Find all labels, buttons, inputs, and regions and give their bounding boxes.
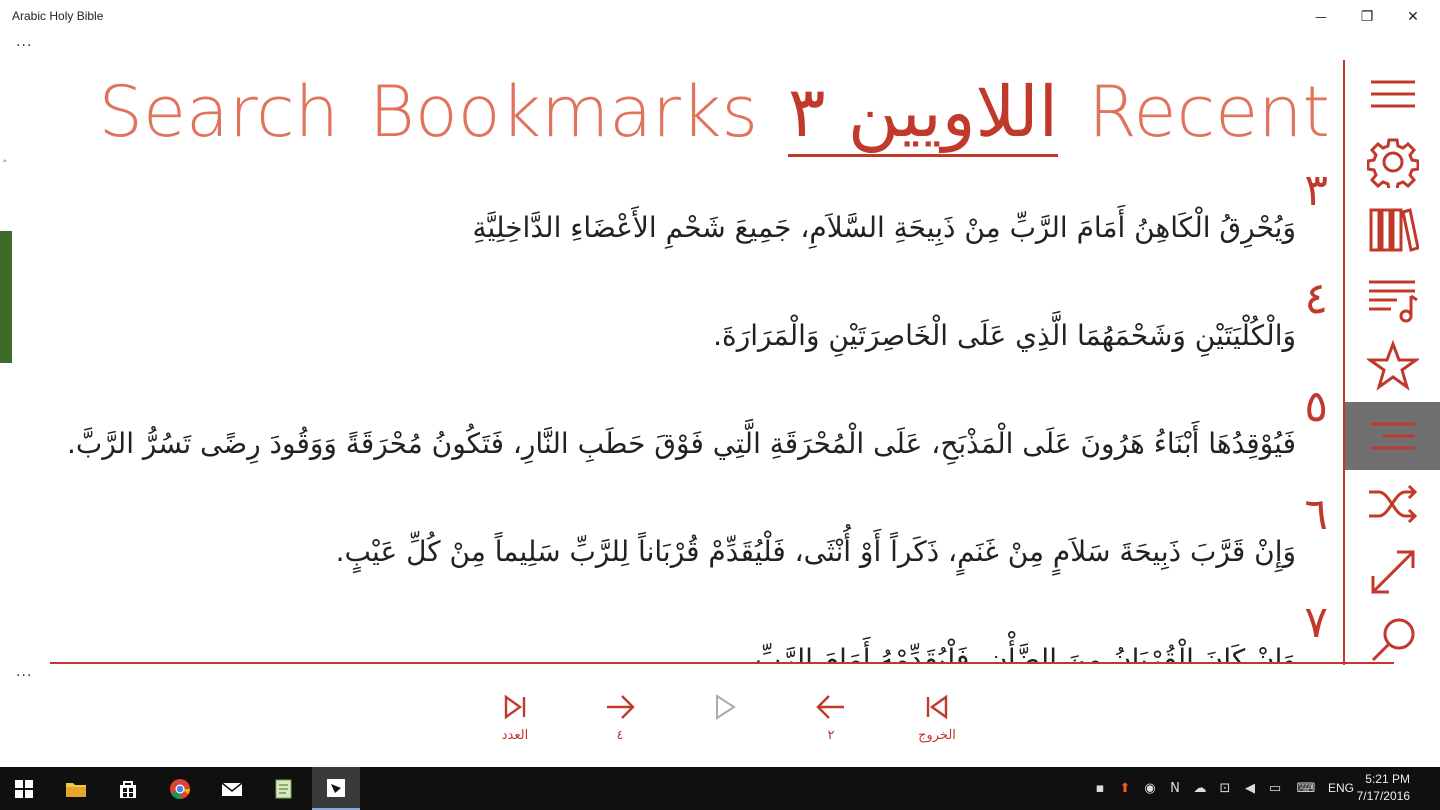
minimize-icon: — bbox=[1315, 10, 1327, 24]
verse-number: ٦ bbox=[1304, 489, 1328, 540]
onedrive-cloud-icon[interactable]: ☁ bbox=[1192, 781, 1208, 797]
play-icon bbox=[716, 694, 736, 720]
fullscreen-button[interactable] bbox=[1345, 538, 1440, 606]
search-button[interactable] bbox=[1345, 606, 1440, 664]
verse-number: ٥ bbox=[1304, 381, 1328, 432]
verse-item: ٥ فَيُوْقِدُهَا أَبْنَاءُ هَرُونَ عَلَى … bbox=[40, 381, 1340, 489]
pivot-recent[interactable]: Recent bbox=[1088, 70, 1330, 154]
store-bag-icon bbox=[120, 780, 136, 798]
restore-icon: ❐ bbox=[1360, 9, 1374, 25]
library-books-icon bbox=[1369, 208, 1419, 252]
verse-number: ٣ bbox=[1304, 165, 1328, 216]
verse-number: ٧ bbox=[1304, 597, 1328, 648]
hamburger-menu-icon bbox=[1370, 80, 1415, 108]
magnifier-search-icon bbox=[1371, 618, 1414, 662]
more-options-bottom-button[interactable]: ... bbox=[16, 664, 32, 680]
onenote-icon[interactable]: N bbox=[1167, 781, 1183, 797]
windows-logo-icon bbox=[15, 779, 33, 798]
ethernet-network-icon[interactable]: ⊡ bbox=[1217, 781, 1233, 797]
previous-chapter-label: ٢ bbox=[827, 728, 835, 743]
app-logo-icon bbox=[327, 778, 345, 797]
volume-speaker-icon[interactable]: ◀ bbox=[1242, 781, 1258, 797]
verse-item: ٦ وَإِنْ قَرَّبَ ذَبِيحَةَ سَلاَمٍ مِنْ … bbox=[40, 489, 1340, 597]
verse-item: ٧ وَإِنْ كَانَ الْقُرْبَانُ مِنَ الضَّأْ… bbox=[40, 597, 1340, 662]
random-verse-button[interactable] bbox=[1345, 470, 1440, 538]
system-clock[interactable]: 5:21 PM 7/17/2016 bbox=[1357, 771, 1410, 805]
settings-button[interactable] bbox=[1345, 128, 1440, 196]
more-options-top-button[interactable]: ... bbox=[16, 34, 32, 50]
playlist-music-icon bbox=[1368, 280, 1418, 323]
maximize-button[interactable]: ❐ bbox=[1344, 0, 1390, 34]
keyboard-icon[interactable]: ⌨ bbox=[1295, 781, 1317, 797]
verse-item: ٤ وَالْكُلْيَتَيْنِ وَشَحْمَهُمَا الَّذِ… bbox=[40, 273, 1340, 381]
notepad-icon bbox=[275, 779, 292, 798]
clock-date: 7/17/2016 bbox=[1356, 789, 1410, 803]
verse-item: ٣ وَيُحْرِقُ الْكَاهِنُ أَمَامَ الرَّبِّ… bbox=[40, 165, 1340, 273]
clock-time: 5:21 PM bbox=[1365, 772, 1410, 786]
folder-icon bbox=[66, 782, 86, 797]
first-book-label: الخروج bbox=[918, 728, 956, 743]
file-explorer-button[interactable] bbox=[52, 767, 100, 810]
pivot-bookmarks[interactable]: Bookmarks bbox=[369, 70, 758, 154]
arrow-right-icon bbox=[607, 695, 635, 719]
previous-chapter-button[interactable]: ٢ bbox=[796, 690, 866, 754]
hamburger-menu-button[interactable] bbox=[1345, 60, 1440, 128]
verse-text: وَيُحْرِقُ الْكَاهِنُ أَمَامَ الرَّبِّ م… bbox=[472, 211, 1296, 244]
arabic-bible-app-button[interactable] bbox=[312, 767, 360, 810]
next-chapter-button[interactable]: ٤ bbox=[585, 690, 655, 754]
next-chapter-label: ٤ bbox=[616, 728, 624, 743]
taskbar: ▪ ⬆ ◉ N ☁ ⊡ ◀ ▭ ⌨ ENG 5:21 PM 7/17/2016 bbox=[0, 767, 1440, 810]
steam-icon[interactable]: ◉ bbox=[1142, 781, 1158, 797]
align-right-text-icon bbox=[1370, 422, 1415, 450]
chapter-content: ٣ وَيُحْرِقُ الْكَاهِنُ أَمَامَ الرَّبِّ… bbox=[40, 165, 1340, 662]
pivot-current-chapter[interactable]: اللاويين ٣ bbox=[787, 70, 1059, 157]
network-drive-icon[interactable]: ▪ bbox=[1092, 781, 1108, 797]
gear-icon bbox=[1366, 138, 1419, 188]
verse-text: وَإِنْ قَرَّبَ ذَبِيحَةَ سَلاَمٍ مِنْ غَ… bbox=[335, 535, 1296, 568]
verse-text: وَإِنْ كَانَ الْقُرْبَانُ مِنَ الضَّأْنِ… bbox=[754, 643, 1296, 662]
mail-button[interactable] bbox=[208, 767, 256, 810]
verse-number: ٤ bbox=[1304, 273, 1328, 324]
last-book-button[interactable]: العدد bbox=[480, 690, 550, 754]
close-button[interactable]: ✕ bbox=[1390, 0, 1436, 34]
update-arrow-icon[interactable]: ⬆ bbox=[1117, 781, 1133, 797]
bottom-divider bbox=[50, 662, 1394, 664]
shuffle-icon bbox=[1368, 484, 1417, 524]
first-book-button[interactable]: الخروج bbox=[902, 690, 972, 754]
minimize-button[interactable]: — bbox=[1298, 0, 1344, 34]
mail-envelope-icon bbox=[221, 781, 243, 796]
verse-text: وَالْكُلْيَتَيْنِ وَشَحْمَهُمَا الَّذِي … bbox=[713, 319, 1296, 352]
text-view-button[interactable] bbox=[1345, 402, 1440, 470]
store-button[interactable] bbox=[104, 767, 152, 810]
start-button[interactable] bbox=[0, 767, 48, 810]
library-button[interactable] bbox=[1345, 196, 1440, 264]
close-icon: ✕ bbox=[1407, 9, 1419, 25]
pivot-header: Search Bookmarks اللاويين ٣ Recent bbox=[99, 70, 1330, 160]
collapse-caret-icon[interactable]: ˄ bbox=[2, 158, 8, 171]
favorites-button[interactable] bbox=[1345, 332, 1440, 400]
verse-text: فَيُوْقِدُهَا أَبْنَاءُ هَرُونَ عَلَى ال… bbox=[66, 427, 1296, 460]
arrow-left-icon bbox=[816, 695, 844, 719]
star-icon bbox=[1366, 340, 1419, 391]
play-button[interactable] bbox=[690, 690, 760, 754]
audio-playlist-button[interactable] bbox=[1345, 264, 1440, 332]
skip-to-end-icon bbox=[504, 694, 526, 720]
pivot-search[interactable]: Search bbox=[99, 70, 340, 154]
chrome-icon bbox=[170, 778, 191, 799]
input-language[interactable]: ENG bbox=[1328, 781, 1354, 795]
scroll-indicator[interactable] bbox=[0, 231, 12, 363]
title-bar: Arabic Holy Bible — ❐ ✕ bbox=[0, 0, 1440, 34]
chrome-button[interactable] bbox=[156, 767, 204, 810]
notification-message-icon[interactable]: ▭ bbox=[1267, 781, 1283, 797]
last-book-label: العدد bbox=[501, 728, 529, 743]
expand-arrows-icon bbox=[1371, 550, 1414, 594]
notepad-app-button[interactable] bbox=[260, 767, 308, 810]
window-title: Arabic Holy Bible bbox=[12, 9, 104, 23]
skip-to-start-icon bbox=[926, 694, 948, 720]
